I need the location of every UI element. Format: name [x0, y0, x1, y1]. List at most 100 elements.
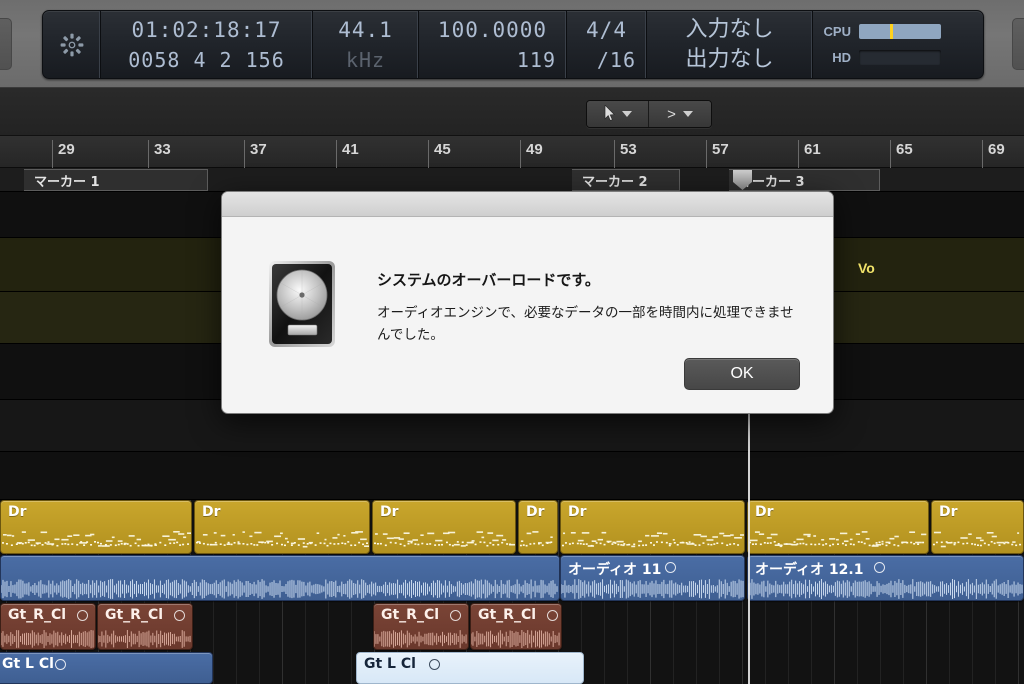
dialog-title-bar[interactable]	[222, 192, 833, 217]
bar-number: 29	[58, 141, 75, 158]
division-value: /16	[596, 47, 636, 72]
transport-settings-button[interactable]	[43, 11, 101, 78]
region-label: Dr	[568, 504, 587, 520]
region-label: Dr	[380, 504, 399, 520]
midi-note-display	[561, 528, 744, 550]
toolbar-left-button[interactable]	[0, 18, 12, 70]
region-label: Dr	[8, 504, 27, 520]
waveform	[1, 630, 95, 648]
midi-region[interactable]: Dr	[372, 500, 516, 554]
midi-region[interactable]: Dr	[560, 500, 745, 554]
guitar-region[interactable]: Gt_R_Cl	[373, 603, 469, 650]
bar-tick	[890, 140, 891, 168]
waveform	[471, 630, 561, 648]
marquee-icon: >	[667, 105, 676, 123]
output-status: 出力なし	[685, 46, 774, 72]
loop-circle-icon	[174, 610, 185, 621]
hd-meter-bar	[859, 50, 941, 65]
io-status-display[interactable]: 入力なし 出力なし	[647, 11, 813, 78]
bar-position-main: 58 4 2 156	[154, 47, 285, 72]
marker-label: マーカー 2	[582, 174, 648, 190]
marker-lane[interactable]: マーカー 1 マーカー 2 マーカー 3	[0, 168, 1024, 192]
transport-display[interactable]: 01:02:18:17 0058 4 2 156 44.1 kHz 100.00…	[42, 10, 984, 79]
loop-circle-icon	[450, 610, 461, 621]
midi-region[interactable]: Dr	[747, 500, 929, 554]
position-display[interactable]: 01:02:18:17 0058 4 2 156	[101, 11, 313, 78]
cpu-meter-tick	[890, 24, 894, 39]
bar-number: 53	[620, 141, 637, 158]
bar-ruler[interactable]: 29 33 37 41 45 49 53 57 61 65 69	[0, 136, 1024, 168]
chevron-down-icon	[621, 111, 632, 117]
hd-meter: HD	[823, 45, 941, 71]
dialog-message: オーディオエンジンで、必要なデータの一部を時間内に処理できませんでした。	[377, 305, 794, 344]
toolbar-right-button[interactable]	[1012, 18, 1024, 70]
guitar-region[interactable]: Gt_R_Cl	[97, 603, 193, 650]
hd-meter-label: HD	[832, 50, 851, 65]
tempo-display[interactable]: 100.0000 119	[419, 11, 567, 78]
bar-number: 65	[896, 141, 913, 158]
performance-meters[interactable]: CPU HD	[813, 11, 951, 78]
marquee-tool-button[interactable]: >	[649, 101, 711, 127]
sample-rate-display[interactable]: 44.1 kHz	[313, 11, 419, 78]
marker[interactable]: マーカー 1	[24, 169, 208, 191]
guitar-l-region[interactable]: Gt L Cl	[0, 652, 213, 684]
region-label: オーディオ 12.1	[755, 562, 864, 578]
waveform	[1, 579, 559, 599]
cpu-meter-label: CPU	[823, 24, 851, 39]
audio-region[interactable]: オーディオ 11	[560, 555, 745, 601]
region-label: オーディオ 11	[568, 562, 662, 578]
bar-tick	[706, 140, 707, 168]
tool-selector-group: >	[586, 100, 712, 128]
time-signature-value: 4/4	[586, 17, 627, 42]
bar-number: 69	[988, 141, 1005, 158]
audio-region[interactable]	[0, 555, 560, 601]
tempo-value: 100.0000	[437, 17, 548, 42]
bar-tick	[614, 140, 615, 168]
bar-tick	[982, 140, 983, 168]
guitar-region[interactable]: Gt_R_Cl	[0, 603, 96, 650]
marker[interactable]: マーカー 2	[572, 169, 680, 191]
loop-circle-icon	[874, 562, 885, 573]
pointer-tool-button[interactable]	[587, 101, 649, 127]
region-label: Gt_R_Cl	[105, 607, 164, 623]
bar-tick	[148, 140, 149, 168]
guitar-region[interactable]: Gt_R_Cl	[470, 603, 562, 650]
audio-region[interactable]: オーディオ 12.1	[747, 555, 1024, 601]
midi-region[interactable]: Dr	[931, 500, 1024, 554]
track-row[interactable]	[0, 452, 1024, 500]
vo-region-label: Vo	[858, 260, 875, 276]
midi-note-display	[195, 528, 369, 550]
bar-tick	[520, 140, 521, 168]
loop-circle-icon	[665, 562, 676, 573]
time-signature-display[interactable]: 4/4 /16	[567, 11, 647, 78]
region-label: Gt_R_Cl	[8, 607, 67, 623]
midi-note-display	[1, 528, 191, 550]
guitar-l-region[interactable]: Gt L Cl	[356, 652, 584, 684]
cpu-meter: CPU	[823, 19, 941, 45]
region-label: Dr	[755, 504, 774, 520]
region-label: Gt L Cl	[364, 656, 416, 672]
marker-label: マーカー 1	[34, 174, 100, 190]
midi-note-display	[932, 528, 1023, 550]
region-label: Gt_R_Cl	[478, 607, 537, 623]
waveform	[98, 630, 192, 648]
midi-region[interactable]: Dr	[518, 500, 558, 554]
loop-circle-icon	[547, 610, 558, 621]
bar-position-value: 0058 4 2 156	[111, 45, 302, 75]
bar-position-lead: 00	[128, 47, 155, 72]
midi-region[interactable]: Dr	[0, 500, 192, 554]
waveform	[561, 579, 744, 599]
loop-circle-icon	[55, 659, 66, 670]
bar-number: 49	[526, 141, 543, 158]
bar-tick	[798, 140, 799, 168]
midi-note-display	[373, 528, 515, 550]
bar-tick	[336, 140, 337, 168]
midi-region[interactable]: Dr	[194, 500, 370, 554]
window-toolbar: 01:02:18:17 0058 4 2 156 44.1 kHz 100.00…	[0, 0, 1024, 88]
bar-tick	[52, 140, 53, 168]
dialog-heading: システムのオーバーロードです。	[377, 271, 600, 289]
bar-number: 61	[804, 141, 821, 158]
waveform	[374, 630, 468, 648]
ok-button[interactable]: OK	[684, 358, 800, 390]
bar-number: 41	[342, 141, 359, 158]
